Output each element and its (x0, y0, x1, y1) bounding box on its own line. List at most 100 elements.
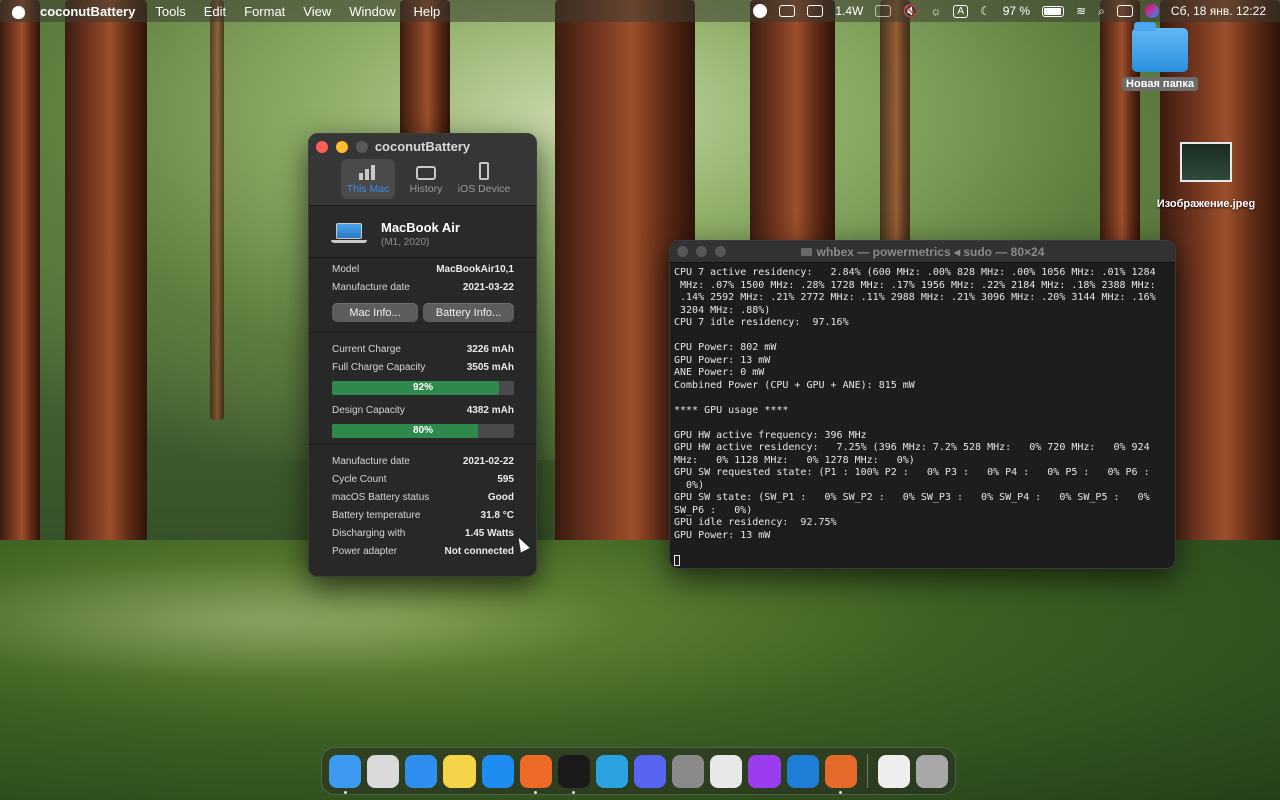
input-source-icon[interactable]: A (953, 4, 968, 18)
desktop-image-file[interactable]: Изображение.jpeg (1156, 142, 1256, 211)
apple-menu-icon[interactable] (12, 4, 26, 19)
reeder-icon[interactable] (824, 754, 857, 794)
bar-chart-icon (357, 162, 379, 180)
power-readout[interactable]: 1.4W (835, 4, 863, 18)
firefox-icon[interactable] (519, 754, 552, 794)
terminal-line: 0%) (674, 479, 705, 491)
battery-mfg-row: Manufacture date 2021-02-22 (332, 452, 514, 470)
notes-icon[interactable] (443, 754, 476, 788)
menu-edit[interactable]: Edit (204, 4, 226, 19)
tab-this-mac-label: This Mac (346, 183, 390, 195)
tab-ios-device[interactable]: iOS Device (457, 159, 511, 199)
focus-moon-icon[interactable]: ☾ (980, 4, 991, 18)
menu-tools[interactable]: Tools (155, 4, 185, 19)
stage-manager-icon[interactable] (875, 5, 892, 17)
status-area: 1.4W 🔇 ☼ A ☾ 97 % ≋ ⌕ Сб, 18 янв. 12:22 (753, 0, 1266, 22)
brightness-icon[interactable]: ☼ (930, 4, 941, 18)
status-app-icon[interactable] (753, 4, 768, 18)
launchpad-icon[interactable] (367, 754, 400, 788)
battery-section: Current Charge 3226 mAh Full Charge Capac… (309, 333, 536, 438)
menu-help[interactable]: Help (414, 4, 441, 19)
document-icon[interactable] (877, 754, 910, 788)
system-settings-icon[interactable] (672, 754, 705, 788)
toolbar-tabs: This Mac History iOS Device (341, 159, 511, 199)
terminal-cursor-icon (674, 554, 680, 566)
menu-bar: coconutBattery Tools Edit Format View Wi… (0, 0, 1280, 22)
terminal-line: GPU Power: 13 mW (674, 529, 771, 541)
folder-icon (1132, 22, 1188, 72)
discharge-value: 1.45 Watts (464, 527, 514, 539)
dock-separator (866, 754, 868, 788)
mac-mfg-label: Manufacture date (332, 281, 410, 293)
iphone-icon (479, 162, 489, 180)
display-icon[interactable] (779, 5, 796, 17)
current-charge-row: Current Charge 3226 mAh (332, 340, 514, 358)
terminal-line: GPU HW active frequency: 396 MHz (674, 429, 867, 441)
battery-icon[interactable] (1042, 5, 1065, 17)
battery-status-label: macOS Battery status (332, 491, 430, 503)
menu-format[interactable]: Format (244, 4, 285, 19)
device-name: MacBook Air (381, 220, 460, 235)
wifi-icon[interactable]: ≋ (1076, 4, 1086, 18)
control-center-icon[interactable] (1116, 5, 1133, 17)
menu-window[interactable]: Window (349, 4, 395, 19)
discord-icon[interactable] (634, 754, 667, 788)
terminal-line: GPU SW requested state: (P1 : 100% P2 : … (674, 467, 1150, 478)
model-row: Model MacBookAir10,1 (332, 260, 514, 278)
battery-percent[interactable]: 97 % (1003, 4, 1030, 18)
temperature-label: Battery temperature (332, 509, 421, 521)
safari-icon[interactable] (405, 754, 438, 788)
battery-mfg-label: Manufacture date (332, 455, 410, 467)
terminal-line: 3204 MHz: .88%) (674, 304, 771, 316)
device-subtitle: (M1, 2020) (381, 237, 430, 248)
terminal-output[interactable]: CPU 7 active residency: 2.84% (600 MHz: … (670, 263, 1175, 568)
trash-icon[interactable] (915, 754, 948, 788)
terminal-line: MHz: .07% 1500 MHz: .28% 1728 MHz: .17% … (674, 279, 1156, 291)
battery-mfg-value: 2021-02-22 (462, 455, 514, 467)
tab-history[interactable]: History (399, 159, 453, 199)
charge-progress-bar: 92% (332, 381, 514, 395)
mute-icon[interactable]: 🔇 (903, 4, 918, 18)
discharge-row: Discharging with 1.45 Watts (332, 524, 514, 542)
tab-ios-device-label: iOS Device (457, 183, 511, 195)
menu-view[interactable]: View (303, 4, 331, 19)
design-progress-label: 80% (412, 425, 433, 436)
window-title: coconutBattery (374, 139, 471, 154)
running-indicator (343, 790, 347, 794)
spotlight-search-icon[interactable]: ⌕ (1098, 4, 1105, 19)
mac-info-button[interactable]: Mac Info... (332, 303, 418, 322)
activity-icon[interactable] (807, 5, 824, 17)
finder-icon[interactable] (329, 754, 362, 794)
menu-clock[interactable]: Сб, 18 янв. 12:22 (1171, 4, 1266, 18)
chatgpt-icon[interactable] (710, 754, 743, 788)
terminal-icon[interactable] (557, 754, 590, 794)
desktop-folder[interactable]: Новая папка (1122, 22, 1198, 91)
macbook-icon (331, 223, 367, 243)
terminal-line: SW_P6 : 0%) (674, 504, 753, 516)
dock (321, 747, 956, 795)
cycle-count-value: 595 (497, 473, 514, 485)
terminal-title-text: whbex — powermetrics ◂ sudo — 80×24 (816, 245, 1045, 259)
intellij-icon[interactable] (748, 754, 781, 788)
terminal-line: .14% 2592 MHz: .21% 2772 MHz: .11% 2988 … (674, 292, 1156, 303)
tab-this-mac[interactable]: This Mac (341, 159, 395, 199)
full-charge-row: Full Charge Capacity 3505 mAh (332, 358, 514, 376)
battery-info-button[interactable]: Battery Info... (423, 303, 514, 322)
cycle-count-row: Cycle Count 595 (332, 470, 514, 488)
terminal-window: whbex — powermetrics ◂ sudo — 80×24 CPU … (669, 240, 1176, 569)
app-store-icon[interactable] (481, 754, 514, 788)
menu-app-name[interactable]: coconutBattery (40, 4, 135, 19)
mac-info-section: Model MacBookAir10,1 Manufacture date 2021… (309, 258, 536, 332)
mac-mfg-row: Manufacture date 2021-03-22 (332, 278, 514, 296)
battery-status-row: macOS Battery status Good (332, 488, 514, 506)
tree-trunk (210, 0, 224, 420)
siri-icon[interactable] (1144, 4, 1159, 18)
vscode-icon[interactable] (786, 754, 819, 788)
telegram-icon[interactable] (595, 754, 628, 788)
terminal-line: GPU Power: 13 mW (674, 354, 771, 366)
device-header: MacBook Air (M1, 2020) (309, 206, 536, 258)
history-tray-icon (416, 166, 436, 180)
design-capacity-value: 4382 mAh (466, 404, 514, 416)
